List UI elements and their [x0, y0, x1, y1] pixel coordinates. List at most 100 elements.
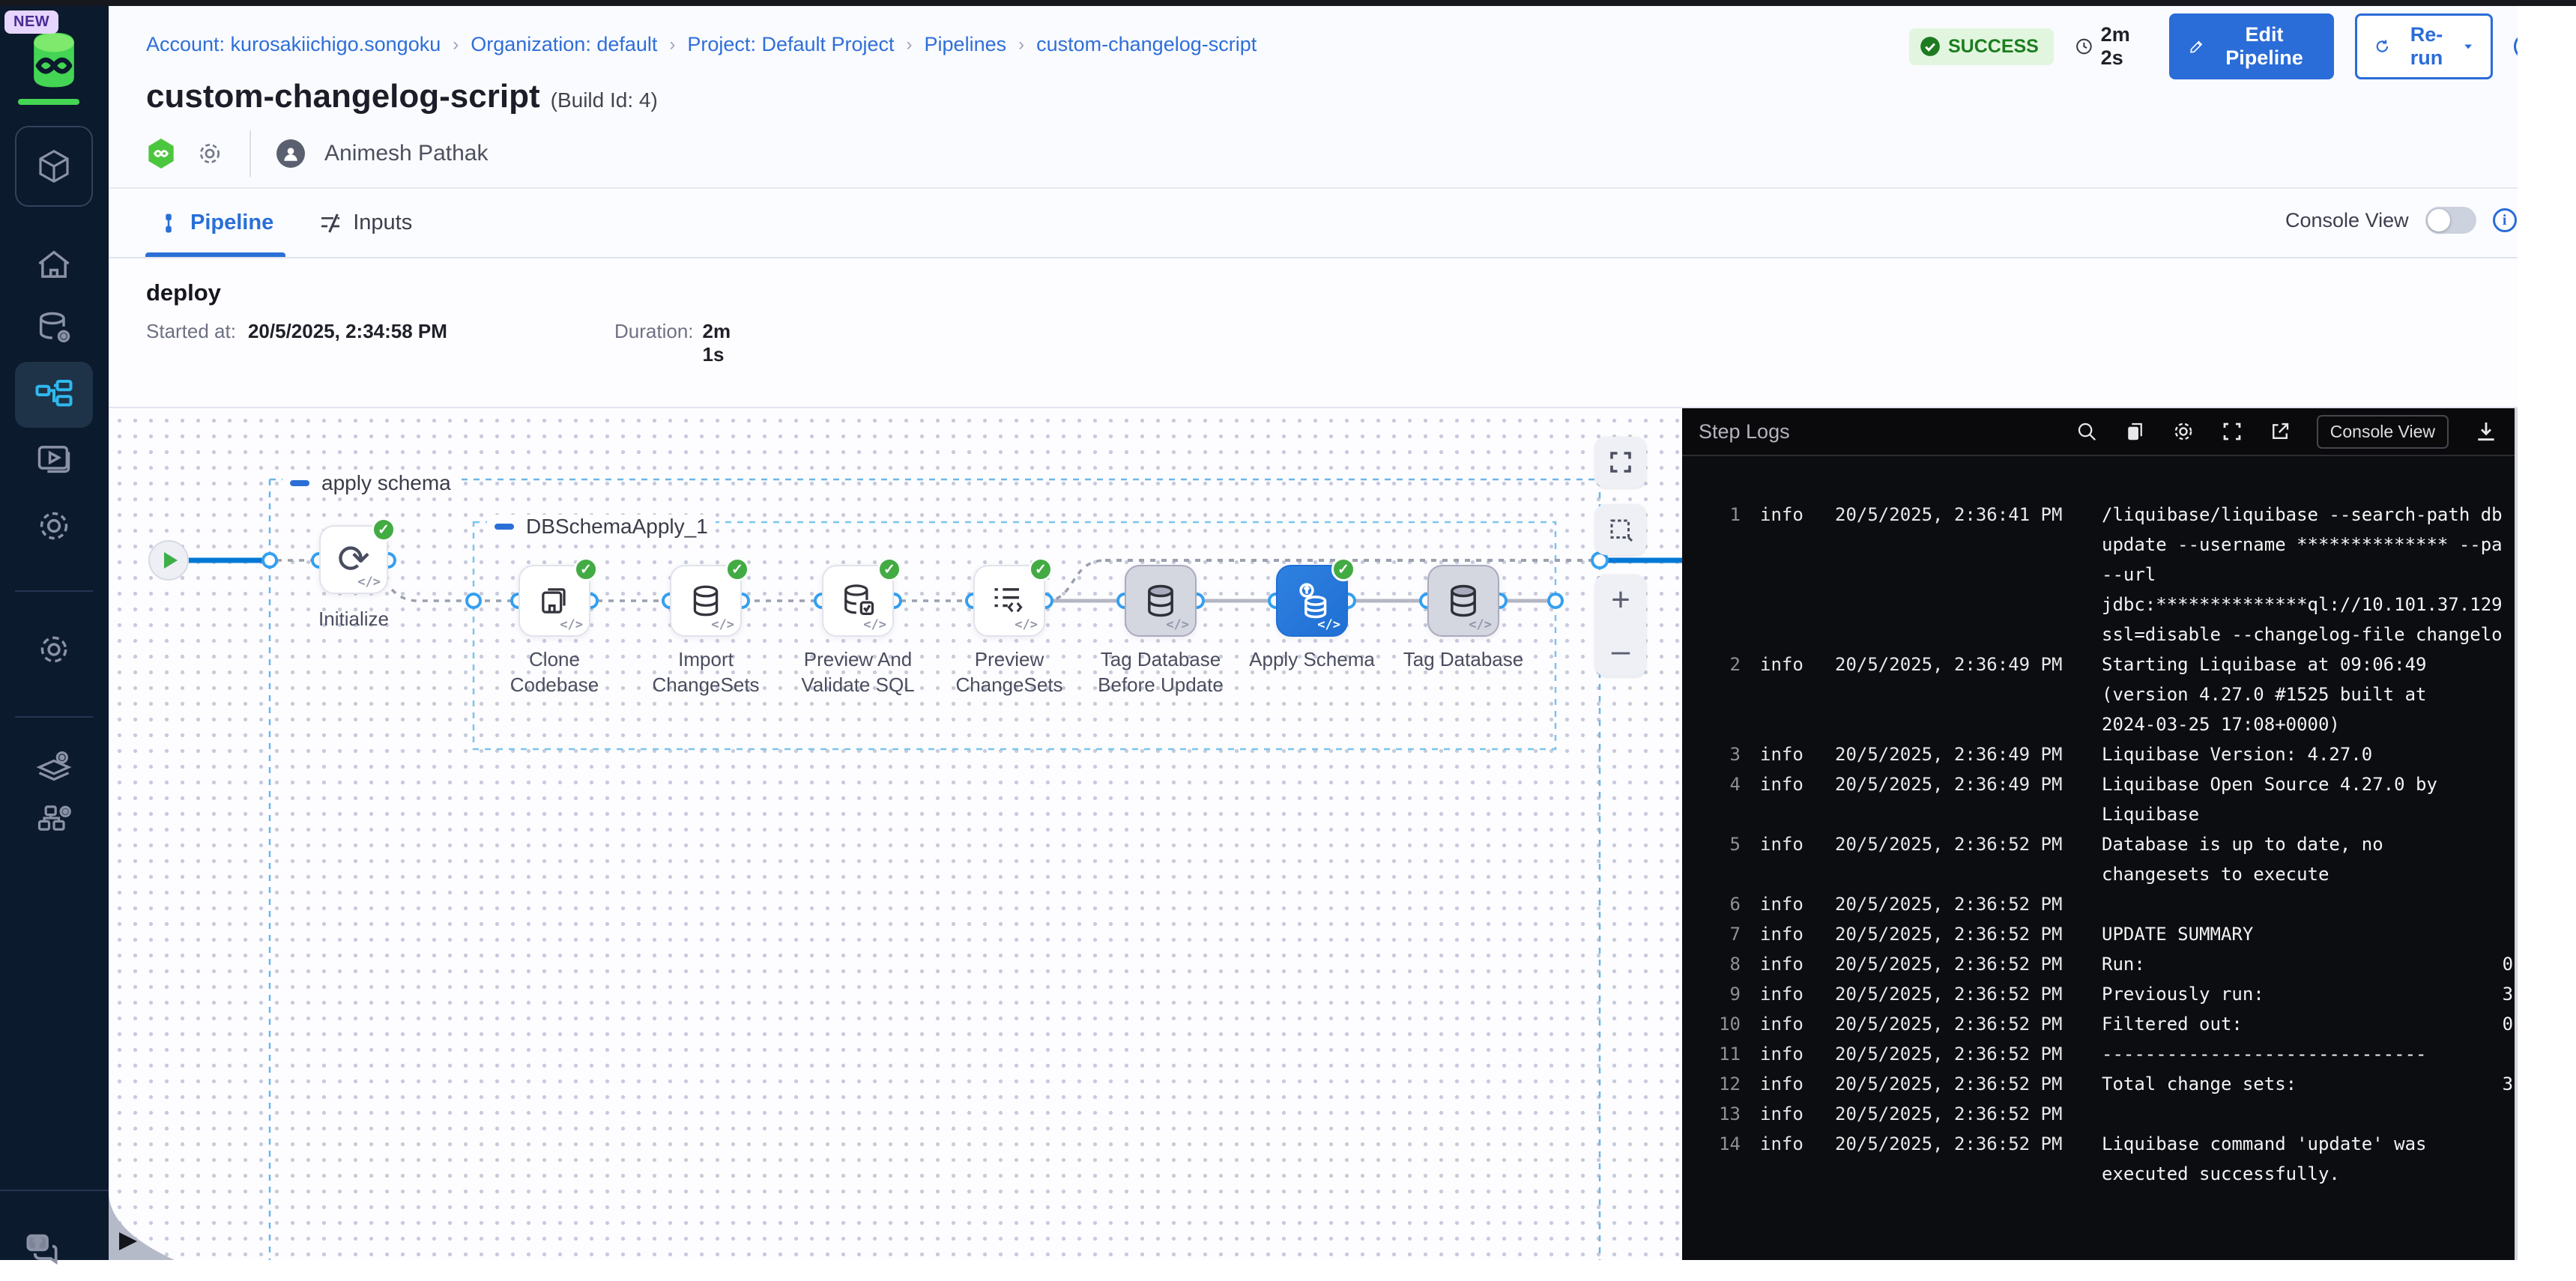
home-icon	[34, 246, 73, 285]
breadcrumb-pipelines[interactable]: Pipelines	[925, 33, 1007, 56]
step-label: Tag Database	[1396, 646, 1531, 672]
module-badge-icon	[146, 137, 176, 170]
log-settings-gear-icon[interactable]	[2171, 420, 2195, 443]
sidebar-module-selector[interactable]	[15, 126, 93, 207]
group-apply-schema-label[interactable]: apply schema	[282, 471, 459, 495]
page-title: custom-changelog-script(Build Id: 4)	[146, 78, 658, 115]
pipeline-canvas[interactable]: apply schema DBSchemaApply_1 ⟳ ✓ </> Ini…	[109, 408, 1682, 1260]
help-chat-icon: ?	[21, 1227, 63, 1269]
log-line: changesets to execute	[1682, 859, 2515, 889]
log-line: 6info20/5/2025, 2:36:52 PM	[1682, 889, 2515, 919]
canvas-marquee-select-button[interactable]	[1595, 504, 1646, 555]
success-check-icon: ✓	[1331, 557, 1355, 581]
step-node-tag-database-before-update[interactable]: </>	[1125, 565, 1197, 637]
group-dbschemaapply-label[interactable]: DBSchemaApply_1	[487, 515, 716, 539]
sidebar-item-pipelines[interactable]	[15, 362, 93, 428]
code-icon: </>	[863, 617, 886, 632]
log-line: 9info20/5/2025, 2:36:52 PMPreviously run…	[1682, 979, 2515, 1009]
step-node-preview-validate-sql[interactable]: ✓ </>	[822, 565, 894, 637]
breadcrumb-current[interactable]: custom-changelog-script	[1036, 33, 1257, 56]
stage-summary-band: deploy Started at: 20/5/2025, 2:34:58 PM…	[109, 258, 2576, 408]
log-line: 2024-03-25 17:08+0000)	[1682, 709, 2515, 739]
logs-console-view-button[interactable]: Console View	[2317, 415, 2449, 449]
console-view-toggle[interactable]	[2425, 207, 2476, 234]
expand-fullscreen-icon[interactable]	[2221, 420, 2243, 443]
step-node-preview-changesets[interactable]: ✓ </>	[973, 565, 1045, 637]
zoom-in-button[interactable]: +	[1595, 575, 1646, 626]
open-external-icon[interactable]	[2269, 420, 2291, 443]
log-line: --url	[1682, 560, 2515, 590]
step-logs-header: Step Logs Console View	[1682, 408, 2515, 456]
sidebar-item-account-resources[interactable]	[15, 785, 93, 851]
copy-icon[interactable]	[2123, 420, 2146, 443]
pipeline-meta-row: Animesh Pathak	[146, 135, 488, 172]
log-line: Liquibase	[1682, 799, 2515, 829]
step-label: Import ChangeSets	[638, 646, 773, 697]
cube-icon	[34, 146, 74, 187]
log-line: 12info20/5/2025, 2:36:52 PMTotal change …	[1682, 1069, 2515, 1099]
started-at-value: 20/5/2025, 2:34:58 PM	[248, 320, 447, 343]
breadcrumb-project[interactable]: Project: Default Project	[687, 33, 894, 56]
success-check-icon: ✓	[1029, 557, 1053, 581]
breadcrumb-account[interactable]: Account: kurosakiichigo.songoku	[146, 33, 441, 56]
pipeline-start-node[interactable]	[148, 540, 189, 581]
sidebar-item-settings-module[interactable]	[15, 493, 93, 559]
log-line: executed successfully.	[1682, 1159, 2515, 1189]
code-icon: </>	[1166, 617, 1189, 632]
page-scrollbar-gutter[interactable]	[2518, 6, 2576, 1260]
step-node-clone-codebase[interactable]: ✓ </>	[518, 565, 590, 637]
log-line: (version 4.27.0 #1525 built at	[1682, 679, 2515, 709]
stage-nav-flap[interactable]	[109, 1193, 176, 1260]
help-chat-button[interactable]: ?	[3, 1215, 81, 1281]
log-line: update --username ************** --pa	[1682, 530, 2515, 560]
harness-dbops-logo[interactable]	[19, 25, 88, 94]
play-icon	[164, 552, 178, 569]
success-check-icon: ✓	[877, 557, 901, 581]
sidebar-item-project-settings[interactable]	[15, 617, 93, 682]
rerun-button[interactable]: Re-run	[2355, 13, 2493, 79]
sidebar-item-home[interactable]	[15, 232, 93, 298]
pipeline-tab-icon	[157, 212, 180, 234]
sidebar-item-executions[interactable]	[15, 426, 93, 491]
log-line: 8info20/5/2025, 2:36:52 PMRun: 0	[1682, 949, 2515, 979]
canvas-fit-view-button[interactable]	[1595, 437, 1646, 488]
view-tabs-band: Pipeline Inputs Console View i	[109, 189, 2576, 258]
pipeline-settings-gear-icon[interactable]	[196, 139, 224, 168]
step-node-import-changesets[interactable]: ✓ </>	[670, 565, 742, 637]
code-icon: </>	[1015, 617, 1038, 632]
code-icon: </>	[1317, 617, 1340, 632]
gear-icon	[34, 630, 73, 669]
collapse-group-icon[interactable]	[290, 480, 309, 486]
zoom-out-button[interactable]: –	[1595, 626, 1646, 676]
collapse-group-icon[interactable]	[495, 524, 514, 530]
check-circle-icon	[1920, 36, 1941, 57]
log-line: 13info20/5/2025, 2:36:52 PM	[1682, 1099, 2515, 1129]
console-view-info-icon[interactable]: i	[2493, 208, 2517, 232]
search-icon[interactable]	[2075, 420, 2098, 443]
breadcrumb-organization[interactable]: Organization: default	[471, 33, 657, 56]
download-icon[interactable]	[2474, 420, 2498, 443]
log-line: 3info20/5/2025, 2:36:49 PMLiquibase Vers…	[1682, 739, 2515, 769]
tab-inputs[interactable]: Inputs	[318, 189, 412, 257]
log-line: 2info20/5/2025, 2:36:49 PMStarting Liqui…	[1682, 649, 2515, 679]
author-name: Animesh Pathak	[324, 141, 488, 166]
canvas-zoom-controls: + –	[1595, 575, 1646, 676]
step-logs-toolbar: Console View	[2075, 415, 2498, 449]
tab-pipeline[interactable]: Pipeline	[157, 189, 273, 257]
step-label: Clone Codebase	[487, 646, 622, 697]
sidebar-item-databases[interactable]	[15, 295, 93, 361]
hierarchy-gear-icon	[34, 799, 73, 838]
log-line: 10info20/5/2025, 2:36:52 PMFiltered out:…	[1682, 1009, 2515, 1039]
layers-gear-icon	[34, 746, 73, 785]
step-node-tag-database[interactable]: </>	[1427, 565, 1499, 637]
edit-pipeline-button[interactable]: Edit Pipeline	[2169, 13, 2334, 79]
inputs-sliders-icon	[318, 211, 342, 235]
marquee-selection-icon	[1607, 516, 1634, 543]
code-icon: </>	[357, 575, 381, 590]
step-logs-output[interactable]: 1info20/5/2025, 2:36:41 PM/liquibase/liq…	[1682, 458, 2515, 1260]
step-label: Preview And Validate SQL	[790, 646, 925, 697]
step-node-apply-schema[interactable]: ✓ </>	[1276, 565, 1348, 637]
step-node-initialize[interactable]: ⟳ ✓ </>	[319, 525, 388, 594]
view-tabs: Pipeline Inputs	[157, 189, 412, 257]
total-duration: 2m 2s	[2075, 23, 2148, 70]
